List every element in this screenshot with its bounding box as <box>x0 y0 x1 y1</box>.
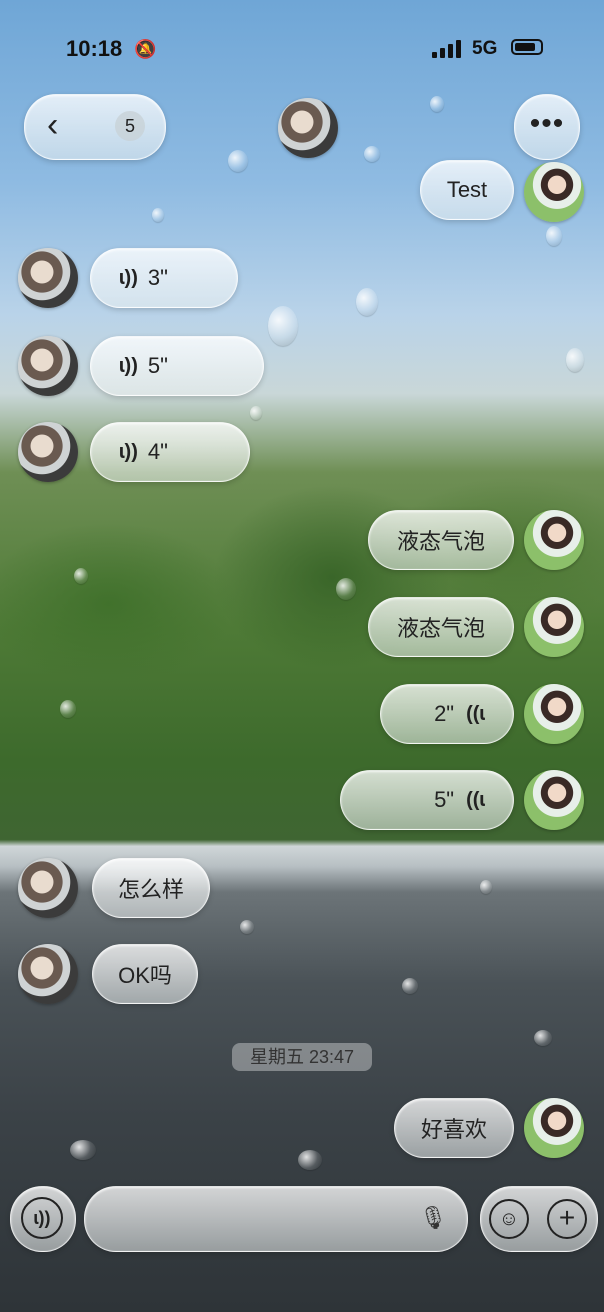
raindrop <box>356 288 378 316</box>
chat-background <box>0 0 604 1312</box>
voice-wave-icon: ɩ)) <box>119 440 138 463</box>
raindrop <box>240 920 254 934</box>
back-button[interactable]: ‹ 5 <box>24 94 166 160</box>
voice-message-bubble[interactable]: ɩ)) 3" <box>90 248 238 308</box>
microphone-icon[interactable]: 🎙 <box>419 1205 447 1231</box>
battery-icon <box>511 39 543 55</box>
chevron-left-icon: ‹ <box>47 106 59 144</box>
voice-duration: 2" <box>434 701 455 726</box>
my-avatar[interactable] <box>524 770 584 830</box>
contact-avatar[interactable] <box>18 336 78 396</box>
voice-wave-icon: ɩ)) <box>119 354 138 377</box>
message-timestamp: 星期五 23:47 <box>232 1043 372 1071</box>
my-avatar[interactable] <box>524 1098 584 1158</box>
voice-duration: 3" <box>147 265 168 290</box>
raindrop <box>430 96 444 112</box>
voice-duration: 5" <box>434 787 455 812</box>
message-text: 怎么样 <box>117 877 184 902</box>
voice-duration: 5" <box>147 353 168 378</box>
raindrop <box>228 150 248 172</box>
voice-duration: 4" <box>147 439 168 464</box>
my-avatar[interactable] <box>524 162 584 222</box>
raindrop <box>152 208 164 222</box>
status-bar: 10:18 🔕 5G <box>0 30 604 66</box>
raindrop <box>546 226 562 246</box>
message-text: 好喜欢 <box>420 1117 487 1142</box>
my-avatar[interactable] <box>524 597 584 657</box>
voice-icon: ɩ)) <box>21 1197 63 1239</box>
raindrop <box>364 146 380 162</box>
message-bubble[interactable]: OK吗 <box>92 944 198 1004</box>
network-type: 5G <box>472 38 498 59</box>
message-text: 液态气泡 <box>396 616 485 641</box>
voice-input-button[interactable]: ɩ)) <box>10 1186 76 1252</box>
raindrop <box>566 348 584 372</box>
contact-avatar[interactable] <box>18 422 78 482</box>
message-bubble[interactable]: 液态气泡 <box>368 597 514 657</box>
unread-count-badge: 5 <box>115 111 145 141</box>
voice-message-bubble[interactable]: ɩ)) 5" <box>90 336 264 396</box>
message-text: 液态气泡 <box>396 529 485 554</box>
signal-icon <box>432 40 461 58</box>
contact-avatar[interactable] <box>18 248 78 308</box>
message-bubble[interactable]: 好喜欢 <box>394 1098 514 1158</box>
voice-wave-icon: ((ɩ <box>466 702 485 725</box>
raindrop <box>250 406 262 420</box>
message-text: OK吗 <box>118 963 172 988</box>
ellipsis-icon: ••• <box>529 107 565 140</box>
raindrop <box>74 568 88 584</box>
contact-avatar[interactable] <box>18 858 78 918</box>
input-bar: ɩ)) 🎙 ☺ + <box>0 1180 604 1260</box>
voice-message-bubble[interactable]: ɩ)) 4" <box>90 422 250 482</box>
voice-wave-icon: ((ɩ <box>466 788 485 811</box>
my-avatar[interactable] <box>524 510 584 570</box>
raindrop <box>298 1150 322 1170</box>
raindrop <box>70 1140 96 1160</box>
status-time: 10:18 <box>66 36 123 61</box>
raindrop <box>402 978 418 994</box>
message-bubble[interactable]: Test <box>420 160 514 220</box>
more-button[interactable]: ••• <box>514 94 580 160</box>
voice-message-bubble[interactable]: 2" ((ɩ <box>380 684 514 744</box>
emoji-icon[interactable]: ☺ <box>489 1199 529 1239</box>
voice-message-bubble[interactable]: 5" ((ɩ <box>340 770 514 830</box>
contact-avatar[interactable] <box>18 944 78 1004</box>
voice-wave-icon: ɩ)) <box>119 266 138 289</box>
message-bubble[interactable]: 液态气泡 <box>368 510 514 570</box>
message-bubble[interactable]: 怎么样 <box>92 858 210 918</box>
raindrop <box>480 880 492 894</box>
input-tools: ☺ + <box>480 1186 598 1252</box>
message-input[interactable]: 🎙 <box>84 1186 468 1252</box>
plus-icon[interactable]: + <box>547 1199 587 1239</box>
raindrop <box>268 306 298 346</box>
bell-slash-icon: 🔕 <box>134 39 157 59</box>
raindrop <box>60 700 76 718</box>
raindrop <box>336 578 356 600</box>
message-text: Test <box>446 177 488 202</box>
raindrop <box>534 1030 552 1046</box>
my-avatar[interactable] <box>524 684 584 744</box>
contact-avatar[interactable] <box>278 98 338 158</box>
